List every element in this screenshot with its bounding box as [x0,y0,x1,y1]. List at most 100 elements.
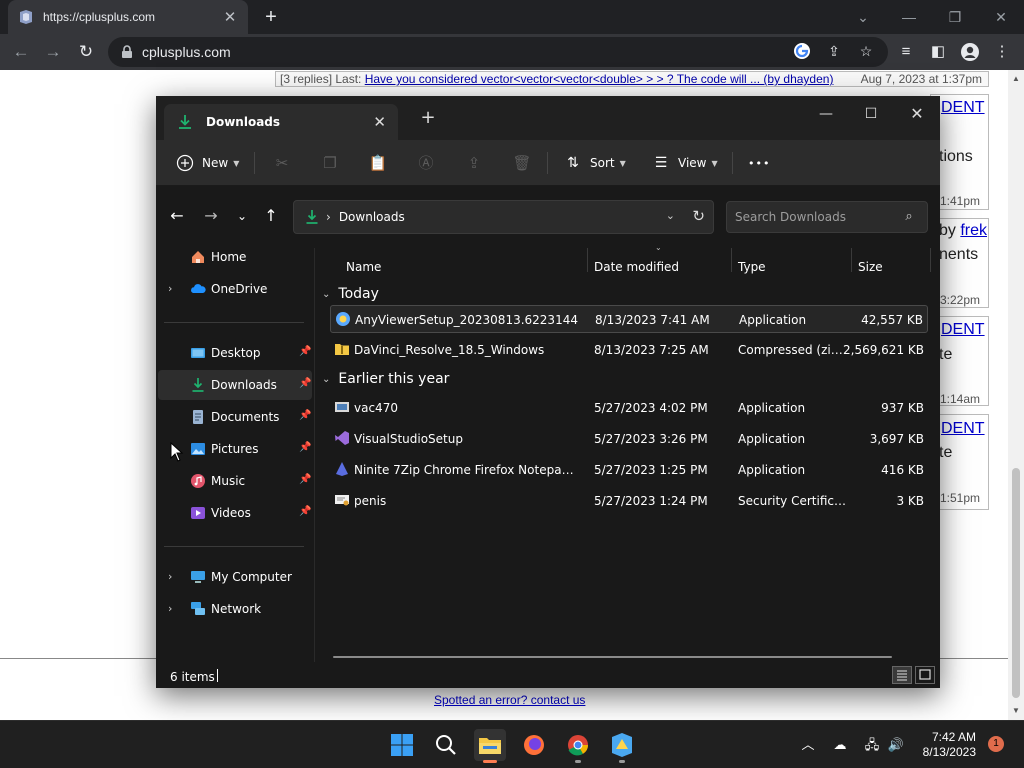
pin-icon[interactable]: 📌 [299,410,311,421]
file-explorer-taskbar-icon[interactable] [474,729,506,763]
sidebar-item-onedrive[interactable]: › OneDrive [158,274,312,304]
address-bar[interactable]: cplusplus.com [108,37,888,67]
reload-icon[interactable]: ↻ [73,39,99,65]
firefox-icon[interactable] [518,729,550,761]
details-view-icon[interactable] [892,666,912,684]
file-row[interactable]: penis 5/27/2023 1:24 PM Security Certifi… [330,487,928,515]
reply-link[interactable]: Have you considered vector<vector<vector… [365,72,834,86]
windows-start-icon[interactable] [386,729,418,761]
chevron-right-icon[interactable]: › [168,282,172,295]
side-panel-icon[interactable]: ◧ [928,42,948,62]
browser-tab-title: https://cplusplus.com [43,10,156,24]
pin-icon[interactable]: 📌 [299,378,311,389]
chrome-icon[interactable] [562,729,594,763]
search-icon[interactable] [430,729,462,761]
sort-button[interactable]: ⇅ Sort ▼ [564,149,626,177]
contact-link[interactable]: Spotted an error? contact us [434,693,585,707]
forum-link-fragment[interactable]: DENT [941,321,985,339]
clock[interactable]: 7:42 AM 8/13/2023 [920,730,976,760]
cut-icon[interactable]: ✂ [272,153,292,173]
pin-icon[interactable]: 📌 [299,474,311,485]
browser-tab[interactable]: https://cplusplus.com ✕ [8,0,248,34]
file-row[interactable]: DaVinci_Resolve_18.5_Windows 8/13/2023 7… [330,336,928,364]
search-input[interactable] [726,201,928,233]
close-window-icon[interactable]: ✕ [986,4,1016,30]
maximize-icon[interactable]: ☐ [851,100,891,128]
file-row[interactable]: Ninite 7Zip Chrome Firefox Notepad Inst.… [330,456,928,484]
sidebar-item-my-computer[interactable]: › My Computer [158,562,312,592]
onedrive-tray-icon[interactable]: ☁ [830,735,850,755]
file-size: 42,557 KB [861,313,923,327]
file-row[interactable]: vac470 5/27/2023 4:02 PM Application 937… [330,394,928,422]
volume-icon[interactable]: 🔊 [886,735,906,755]
horizontal-scrollbar[interactable] [333,656,892,658]
restore-icon[interactable]: ❐ [940,4,970,30]
sidebar-item-videos[interactable]: Videos 📌 [158,498,312,528]
pane-divider[interactable] [314,248,315,662]
explorer-tab[interactable]: Downloads ✕ [164,104,398,140]
back-icon[interactable]: ← [166,205,188,227]
anyviewer-taskbar-icon[interactable] [606,729,638,763]
pin-icon[interactable]: 📌 [299,346,311,357]
page-scrollbar[interactable]: ▲ ▼ [1008,70,1024,720]
new-button[interactable]: New ▼ [176,149,239,177]
group-header-earlier[interactable]: ⌄ Earlier this year [322,368,449,390]
close-tab-icon[interactable]: ✕ [222,8,238,26]
share-icon[interactable]: ⇪ [825,42,843,60]
more-options-button[interactable]: ••• [748,149,770,177]
sidebar-item-downloads[interactable]: Downloads 📌 [158,370,312,400]
forum-link-fragment[interactable]: DENT [941,99,985,117]
minimize-icon[interactable]: — [806,100,846,128]
delete-icon[interactable]: 🗑 [512,153,532,173]
forum-link-fragment[interactable]: DENT [941,420,985,438]
search-icon[interactable]: ⌕ [900,208,918,226]
pin-icon[interactable]: 📌 [299,442,311,453]
share-icon[interactable]: ⇪ [464,153,484,173]
chevron-right-icon[interactable]: › [168,602,172,615]
media-queue-icon[interactable]: ≡ [896,42,916,62]
forward-icon[interactable]: → [40,39,66,65]
tab-search-icon[interactable]: ⌄ [848,4,878,30]
copy-icon[interactable]: ❐ [320,153,340,173]
new-tab-button[interactable]: + [418,108,438,128]
view-button[interactable]: ☰ View ▼ [652,149,718,177]
file-row[interactable]: AnyViewerSetup_20230813.6223144 8/13/202… [330,305,928,333]
explorer-address-bar[interactable]: › Downloads ⌄ ↻ [293,200,714,234]
profile-avatar-icon[interactable] [960,42,980,62]
sidebar-item-home[interactable]: Home [158,242,312,272]
chevron-right-icon[interactable]: › [168,570,172,583]
scroll-up-icon[interactable]: ▲ [1008,74,1024,83]
sidebar-item-documents[interactable]: Documents 📌 [158,402,312,432]
scroll-thumb[interactable] [1012,468,1020,698]
rename-icon[interactable]: Ⓐ [416,153,436,173]
scroll-down-icon[interactable]: ▼ [1008,706,1024,715]
sidebar-item-desktop[interactable]: Desktop 📌 [158,338,312,368]
pin-icon[interactable]: 📌 [299,506,311,517]
new-tab-button[interactable]: + [258,4,284,30]
google-icon[interactable] [793,42,811,60]
breadcrumb-location[interactable]: Downloads [339,210,405,224]
chevron-down-icon[interactable]: ⌄ [666,209,675,222]
tiles-view-icon[interactable] [915,666,935,684]
chevron-down-icon[interactable]: ⌄ [322,374,330,385]
bookmark-star-icon[interactable]: ☆ [857,42,875,60]
sidebar-item-music[interactable]: Music 📌 [158,466,312,496]
minimize-icon[interactable]: — [894,4,924,30]
notification-badge[interactable]: 1 [988,736,1004,752]
network-tray-icon[interactable]: 🖧 [862,735,882,755]
close-window-icon[interactable]: ✕ [897,100,937,128]
refresh-icon[interactable]: ↻ [692,207,705,225]
close-tab-icon[interactable]: ✕ [373,113,386,131]
show-hidden-icons-chevron-icon[interactable]: ︿ [798,735,818,755]
user-link[interactable]: frek [960,222,987,239]
up-icon[interactable]: ↑ [260,205,282,227]
back-icon[interactable]: ← [8,39,34,65]
documents-icon [193,410,203,424]
paste-icon[interactable]: 📋 [368,153,388,173]
menu-dots-icon[interactable]: ⋮ [992,42,1012,62]
forward-icon[interactable]: → [200,205,222,227]
recent-locations-icon[interactable]: ⌄ [231,205,253,227]
command-bar: New ▼ ✂ ❐ 📋 Ⓐ ⇪ 🗑 ⇅ Sort ▼ ☰ View ▼ ••• [156,140,940,186]
sidebar-item-network[interactable]: › Network [158,594,312,624]
file-row[interactable]: VisualStudioSetup 5/27/2023 3:26 PM Appl… [330,425,928,453]
